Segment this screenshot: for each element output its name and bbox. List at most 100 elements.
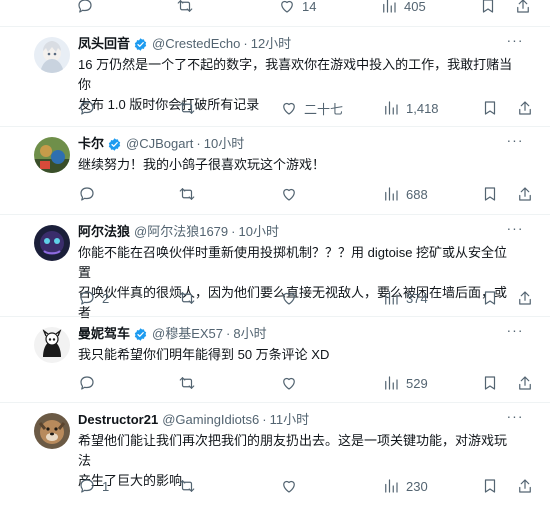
display-name[interactable]: Destructor21 xyxy=(78,411,158,429)
reply-icon xyxy=(78,0,92,13)
views-button[interactable]: 374 xyxy=(382,287,428,309)
views-count: 374 xyxy=(406,290,428,306)
tweet-header: Destructor21 @GamingIdiots6 · 11小时 xyxy=(78,411,310,429)
reply-button[interactable] xyxy=(78,183,102,205)
tweet-header: 卡尔 @CJBogart · 10小时 xyxy=(78,135,245,153)
tweet-text: 你能不能在召唤伙伴时重新使用投掷机制？？？用 digtoise 挖矿或从安全位置… xyxy=(78,245,508,320)
timestamp[interactable]: 8小时 xyxy=(233,325,266,343)
more-icon[interactable]: ··· xyxy=(506,221,524,239)
bookmark-button[interactable] xyxy=(481,97,499,119)
bookmark-icon xyxy=(482,0,494,13)
display-name[interactable]: 阿尔法狼 xyxy=(78,223,130,241)
avatar[interactable] xyxy=(34,37,70,73)
views-icon xyxy=(385,187,398,201)
views-icon xyxy=(385,479,398,493)
user-handle[interactable]: @GamingIdiots6 xyxy=(162,411,259,429)
retweet-button[interactable] xyxy=(178,287,202,309)
tweet[interactable]: 曼妮驾车 @穆基EX57 · 8小时 ··· 我只能希望你们明年能得到 50 万… xyxy=(0,316,550,401)
like-button[interactable] xyxy=(280,287,304,309)
views-button[interactable]: 529 xyxy=(382,372,428,394)
reply-button[interactable] xyxy=(78,97,102,119)
views-button[interactable]: 230 xyxy=(382,475,428,497)
like-icon xyxy=(283,377,295,390)
reply-icon xyxy=(80,376,94,390)
display-name[interactable]: 卡尔 xyxy=(78,135,104,153)
share-icon xyxy=(519,479,531,493)
share-button[interactable] xyxy=(516,97,534,119)
share-button[interactable] xyxy=(516,287,534,309)
like-icon xyxy=(283,480,295,493)
bookmark-icon xyxy=(484,101,496,115)
tweet-text: 我只能希望你们明年能得到 50 万条评论 XD xyxy=(78,347,330,362)
tweet-header: 凤头回音 @CrestedEcho · 12小时 xyxy=(78,35,292,53)
like-button[interactable] xyxy=(280,372,304,394)
reply-button[interactable]: 1 xyxy=(78,475,109,497)
share-button[interactable] xyxy=(516,372,534,394)
like-button[interactable] xyxy=(280,183,304,205)
like-icon xyxy=(283,188,295,201)
verified-icon xyxy=(134,327,147,341)
views-button[interactable]: 1,418 xyxy=(382,97,439,119)
previous-tweet-actions: 14 405 xyxy=(76,0,550,17)
display-name[interactable]: 曼妮驾车 xyxy=(78,325,130,343)
tweet[interactable]: 卡尔 @CJBogart · 10小时 ··· 继续努力！我的小鸽子很喜欢玩这个… xyxy=(0,126,550,213)
avatar[interactable] xyxy=(34,413,70,449)
more-icon[interactable]: ··· xyxy=(506,133,524,151)
like-button[interactable]: 14 xyxy=(278,0,316,17)
like-icon xyxy=(283,292,295,305)
more-icon[interactable]: ··· xyxy=(506,33,524,51)
share-button[interactable] xyxy=(514,0,532,17)
retweet-button[interactable] xyxy=(178,97,202,119)
reply-count: 1 xyxy=(102,478,110,494)
timestamp[interactable]: 11小时 xyxy=(270,411,310,429)
retweet-button[interactable] xyxy=(178,372,202,394)
timestamp[interactable]: 10小时 xyxy=(204,135,244,153)
share-button[interactable] xyxy=(516,475,534,497)
avatar[interactable] xyxy=(34,225,70,261)
user-handle[interactable]: @穆基EX57 xyxy=(152,325,223,343)
views-button[interactable]: 688 xyxy=(382,183,428,205)
share-icon xyxy=(519,291,531,305)
more-icon[interactable]: ··· xyxy=(506,409,524,427)
timestamp[interactable]: 12小时 xyxy=(251,35,291,53)
tweet[interactable]: 阿尔法狼 @阿尔法狼1679 · 10小时 ··· 你能不能在召唤伙伴时重新使用… xyxy=(0,214,550,320)
user-handle[interactable]: @CJBogart xyxy=(126,135,193,153)
tweet-text: 继续努力！我的小鸽子很喜欢玩这个游戏！ xyxy=(78,157,326,172)
views-button[interactable]: 405 xyxy=(380,0,426,17)
verified-icon xyxy=(134,37,147,51)
reply-icon xyxy=(80,479,94,493)
bookmark-button[interactable] xyxy=(481,183,499,205)
bookmark-button[interactable] xyxy=(481,372,499,394)
timestamp[interactable]: 10小时 xyxy=(238,223,278,241)
share-button[interactable] xyxy=(516,183,534,205)
like-button[interactable] xyxy=(280,475,304,497)
user-handle[interactable]: @阿尔法狼1679 xyxy=(134,223,228,241)
tweet[interactable]: 凤头回音 @CrestedEcho · 12小时 ··· 16 万仍然是一个了不… xyxy=(0,26,550,125)
avatar[interactable] xyxy=(34,137,70,173)
retweet-icon xyxy=(179,377,195,389)
more-icon[interactable]: ··· xyxy=(506,323,524,341)
reply-icon xyxy=(80,187,94,201)
bookmark-button[interactable] xyxy=(481,475,499,497)
bookmark-icon xyxy=(484,291,496,305)
bookmark-button[interactable] xyxy=(481,287,499,309)
verified-icon xyxy=(108,137,121,151)
retweet-button[interactable] xyxy=(178,475,202,497)
retweet-button[interactable] xyxy=(178,183,202,205)
user-handle[interactable]: @CrestedEcho xyxy=(152,35,240,53)
bookmark-button[interactable] xyxy=(479,0,497,17)
views-icon xyxy=(385,291,398,305)
reply-button[interactable]: 2 xyxy=(78,287,109,309)
tweet-actions: 688 xyxy=(78,183,550,205)
like-button[interactable]: 二十七 xyxy=(280,97,343,119)
reply-button[interactable] xyxy=(78,372,102,394)
avatar[interactable] xyxy=(34,327,70,363)
like-count: 14 xyxy=(302,0,317,14)
retweet-button[interactable] xyxy=(176,0,200,17)
bookmark-icon xyxy=(484,187,496,201)
views-count: 529 xyxy=(406,375,428,391)
tweet[interactable]: Destructor21 @GamingIdiots6 · 11小时 ··· 希… xyxy=(0,402,550,514)
reply-button[interactable] xyxy=(76,0,100,17)
share-icon xyxy=(519,376,531,390)
display-name[interactable]: 凤头回音 xyxy=(78,35,130,53)
